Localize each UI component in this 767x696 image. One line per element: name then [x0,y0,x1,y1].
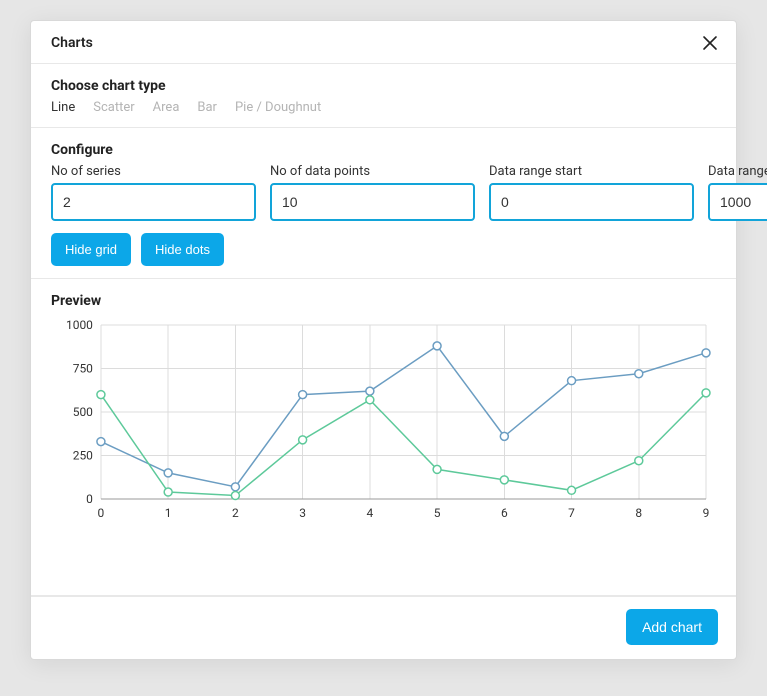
configure-heading: Configure [51,142,716,158]
svg-text:750: 750 [73,361,93,375]
points-label: No of data points [270,164,475,179]
dialog-footer: Add chart [31,596,736,659]
svg-text:6: 6 [501,506,508,520]
svg-text:250: 250 [73,448,93,462]
preview-section: Preview 0 250 500 750 1000 0 1 2 3 4 5 6 7 8 9 [31,279,736,596]
series-label: No of series [51,164,256,179]
range-start-input[interactable] [489,183,694,221]
choose-chart-type-section: Choose chart type Line Scatter Area Bar … [31,64,736,128]
configure-section: Configure No of series No of data points… [31,128,736,279]
add-chart-button[interactable]: Add chart [626,609,718,645]
svg-text:8: 8 [635,506,642,520]
hide-dots-button[interactable]: Hide dots [141,233,224,266]
svg-text:2: 2 [232,506,239,520]
dialog-title: Charts [51,35,93,51]
tab-bar[interactable]: Bar [197,100,217,115]
chart-type-tabs: Line Scatter Area Bar Pie / Doughnut [51,100,716,115]
close-icon[interactable] [702,35,718,51]
preview-chart: 0 250 500 750 1000 0 1 2 3 4 5 6 7 8 9 [51,315,716,525]
svg-text:1000: 1000 [66,318,93,332]
svg-text:1: 1 [165,506,172,520]
hide-grid-button[interactable]: Hide grid [51,233,131,266]
tab-area[interactable]: Area [153,100,180,115]
svg-text:4: 4 [366,506,373,520]
svg-text:7: 7 [568,506,575,520]
svg-text:5: 5 [434,506,441,520]
charts-dialog: Charts Choose chart type Line Scatter Ar… [30,20,737,660]
start-label: Data range start [489,164,694,179]
preview-heading: Preview [51,293,716,309]
tab-scatter[interactable]: Scatter [93,100,134,115]
choose-heading: Choose chart type [51,78,716,94]
svg-text:500: 500 [73,405,93,419]
svg-text:0: 0 [98,506,105,520]
svg-text:0: 0 [86,492,93,506]
tab-line[interactable]: Line [51,100,75,115]
end-label: Data range end [708,164,767,179]
tab-pie[interactable]: Pie / Doughnut [235,100,321,115]
points-input[interactable] [270,183,475,221]
svg-text:3: 3 [299,506,306,520]
titlebar: Charts [31,21,736,64]
range-end-input[interactable] [708,183,767,221]
svg-text:9: 9 [703,506,710,520]
series-input[interactable] [51,183,256,221]
